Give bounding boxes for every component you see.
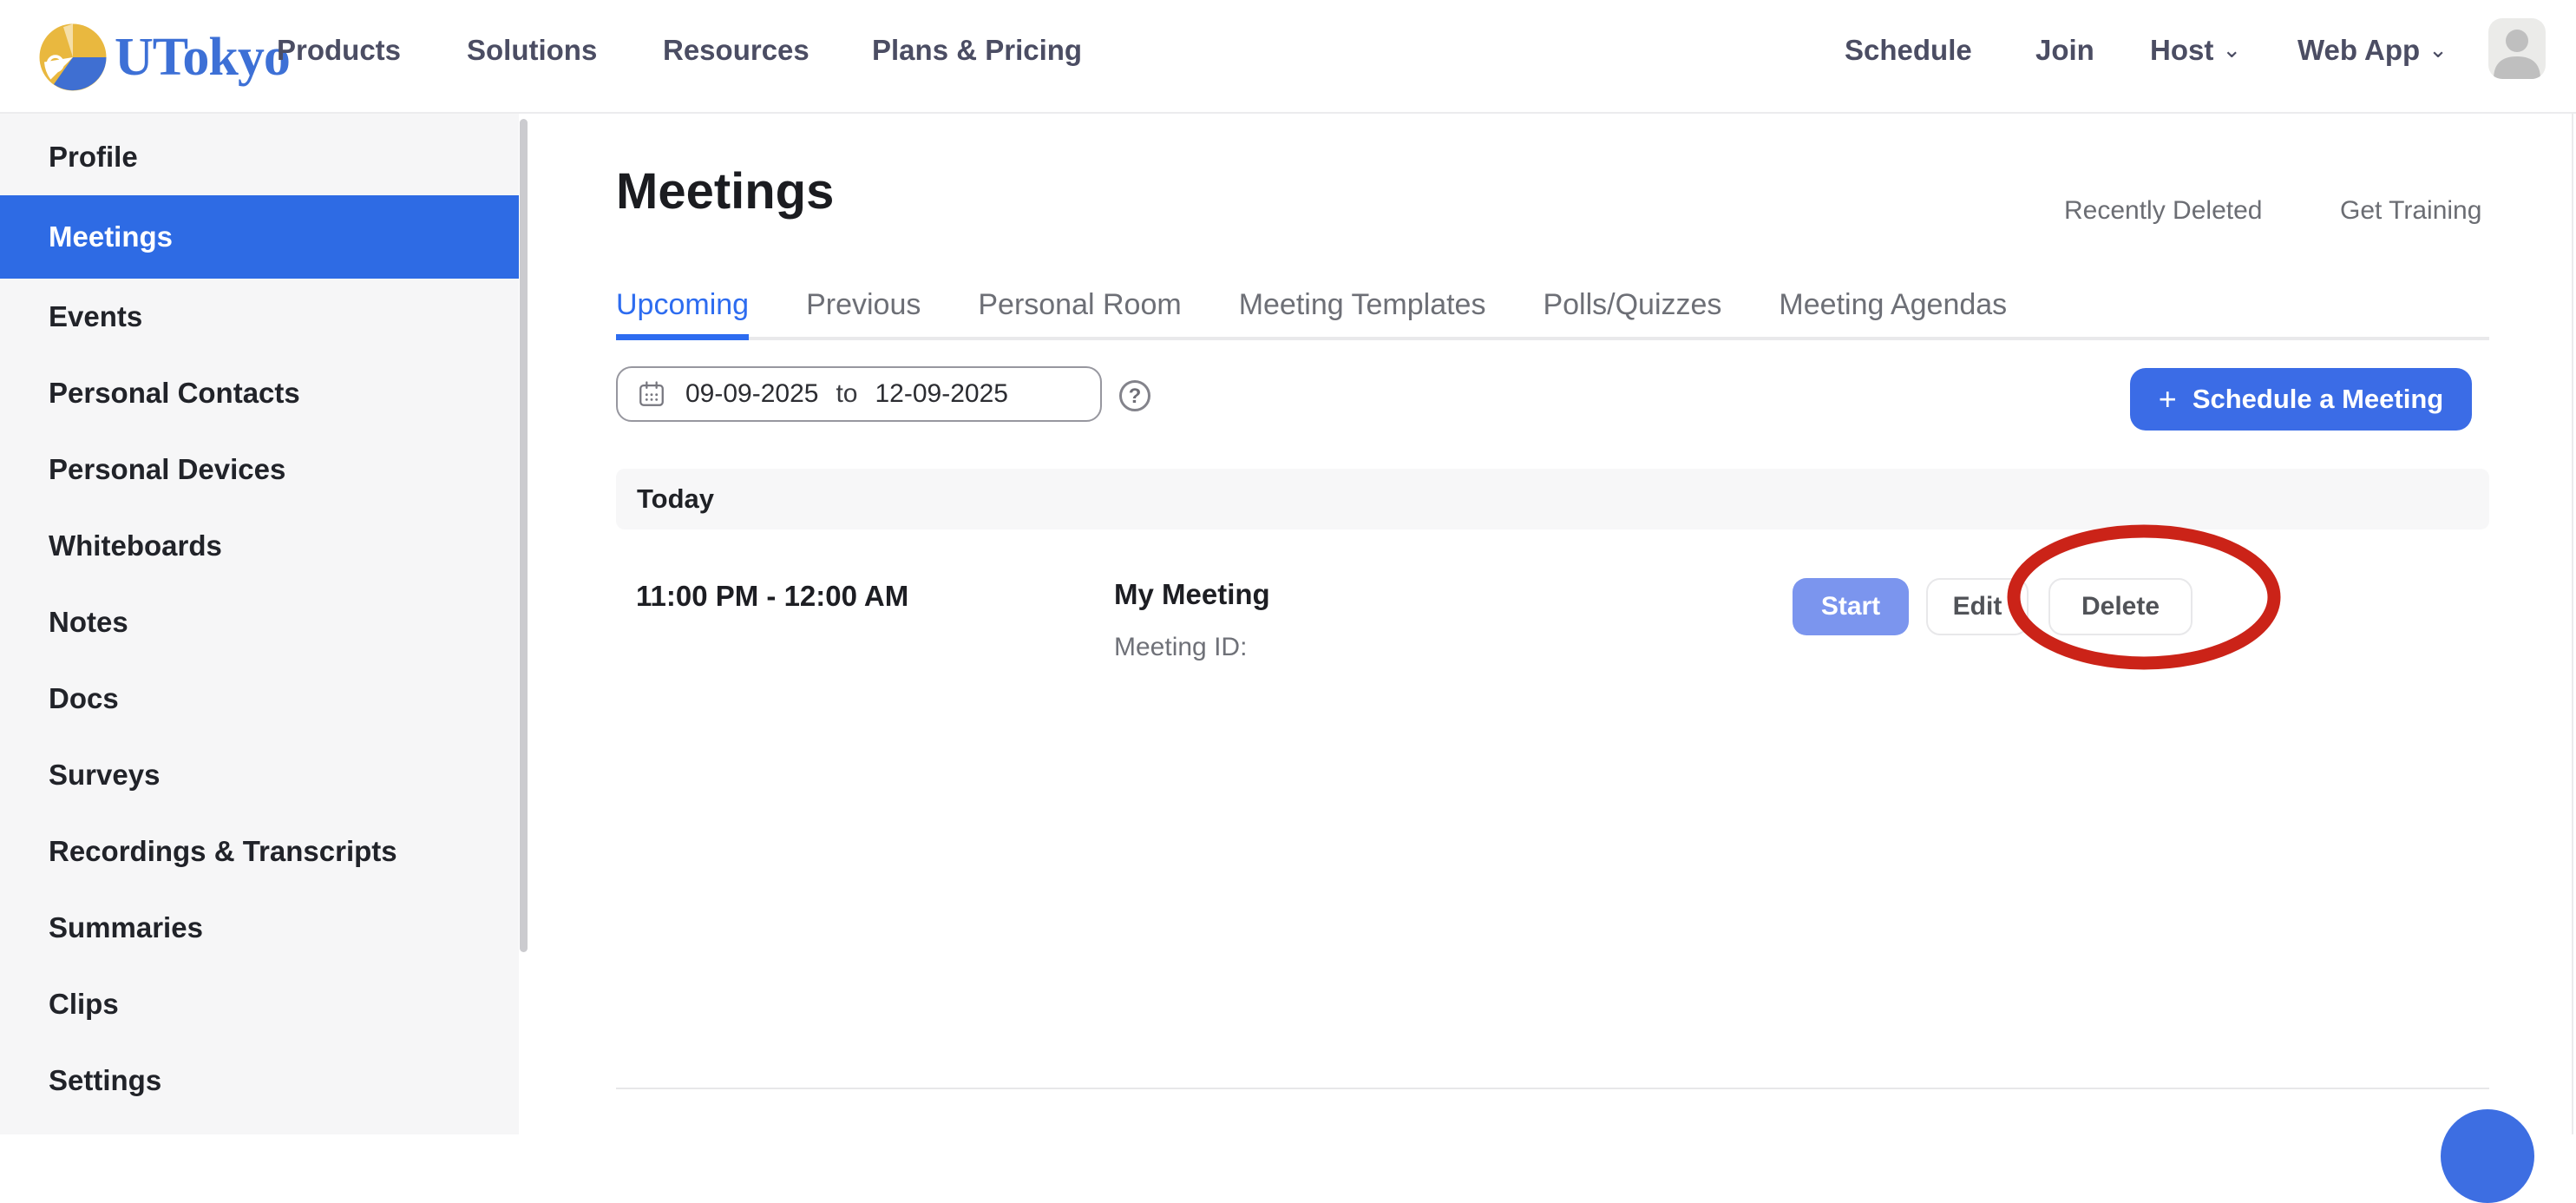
sidebar-item-settings[interactable]: Settings — [0, 1042, 519, 1119]
nav-host[interactable]: Host⌄ — [2150, 31, 2241, 71]
nav-products[interactable]: Products — [277, 31, 401, 69]
nav-join[interactable]: Join — [2035, 31, 2094, 69]
logo-wordmark: UTokyo — [115, 27, 290, 89]
tab-polls-quizzes[interactable]: Polls/Quizzes — [1543, 274, 1721, 337]
help-icon[interactable]: ? — [1119, 380, 1150, 411]
page-scrollbar-track — [2572, 114, 2573, 1134]
top-navigation-bar: UTokyo Products Solutions Resources Plan… — [0, 0, 2576, 114]
sidebar-item-summaries[interactable]: Summaries — [0, 890, 519, 966]
start-button[interactable]: Start — [1793, 578, 1909, 635]
sidebar-item-profile[interactable]: Profile — [0, 119, 519, 195]
person-icon — [2488, 18, 2546, 79]
sidebar-item-surveys[interactable]: Surveys — [0, 737, 519, 813]
sidebar-item-meetings[interactable]: Meetings — [0, 195, 519, 279]
today-label: Today — [637, 483, 714, 515]
delete-button[interactable]: Delete — [2048, 578, 2193, 635]
tab-previous[interactable]: Previous — [806, 274, 921, 337]
date-range-separator: to — [836, 379, 857, 409]
support-fab-button[interactable] — [2441, 1109, 2534, 1203]
nav-solutions[interactable]: Solutions — [467, 31, 597, 69]
sidebar-item-events[interactable]: Events — [0, 279, 519, 355]
nav-resources[interactable]: Resources — [663, 31, 810, 69]
meeting-id-label: Meeting ID: — [1114, 630, 1247, 665]
schedule-a-meeting-button[interactable]: + Schedule a Meeting — [2130, 368, 2472, 431]
utokyo-logo[interactable]: UTokyo — [35, 19, 290, 95]
calendar-icon — [637, 379, 666, 409]
sidebar-item-personal-contacts[interactable]: Personal Contacts — [0, 355, 519, 431]
tab-meeting-agendas[interactable]: Meeting Agendas — [1779, 274, 2007, 337]
sidebar-item-clips[interactable]: Clips — [0, 966, 519, 1042]
user-avatar[interactable] — [2488, 18, 2546, 79]
sidebar-item-personal-devices[interactable]: Personal Devices — [0, 431, 519, 508]
date-range-end: 12-09-2025 — [875, 379, 1008, 409]
nav-plans-pricing[interactable]: Plans & Pricing — [872, 31, 1082, 69]
today-section-header: Today — [616, 469, 2489, 529]
plus-icon: + — [2159, 384, 2177, 415]
meetings-tab-bar: Upcoming Previous Personal Room Meeting … — [616, 274, 2489, 340]
sidebar-item-recordings[interactable]: Recordings & Transcripts — [0, 813, 519, 890]
sidebar-item-notes[interactable]: Notes — [0, 584, 519, 661]
edit-button[interactable]: Edit — [1926, 578, 2029, 635]
page-title: Meetings — [616, 165, 834, 219]
nav-schedule[interactable]: Schedule — [1845, 31, 1972, 69]
date-range-start: 09-09-2025 — [685, 379, 818, 409]
section-divider — [616, 1088, 2489, 1089]
chevron-down-icon: ⌄ — [2429, 36, 2448, 62]
sidebar-item-whiteboards[interactable]: Whiteboards — [0, 508, 519, 584]
sidebar: Profile Meetings Events Personal Contact… — [0, 114, 519, 1134]
chevron-down-icon: ⌄ — [2222, 36, 2241, 62]
nav-web-app[interactable]: Web App⌄ — [2297, 31, 2448, 71]
tab-upcoming[interactable]: Upcoming — [616, 274, 749, 337]
tab-personal-room[interactable]: Personal Room — [978, 274, 1181, 337]
recently-deleted-link[interactable]: Recently Deleted — [2064, 196, 2262, 226]
meeting-time: 11:00 PM - 12:00 AM — [636, 578, 908, 615]
utokyo-ginkgo-icon — [35, 19, 111, 95]
sidebar-item-docs[interactable]: Docs — [0, 661, 519, 737]
meeting-title[interactable]: My Meeting — [1114, 576, 1270, 613]
get-training-link[interactable]: Get Training — [2340, 196, 2481, 226]
tab-meeting-templates[interactable]: Meeting Templates — [1239, 274, 1486, 337]
sidebar-scrollbar-thumb[interactable] — [520, 119, 528, 952]
date-range-input[interactable]: 09-09-2025 to 12-09-2025 — [616, 366, 1102, 422]
